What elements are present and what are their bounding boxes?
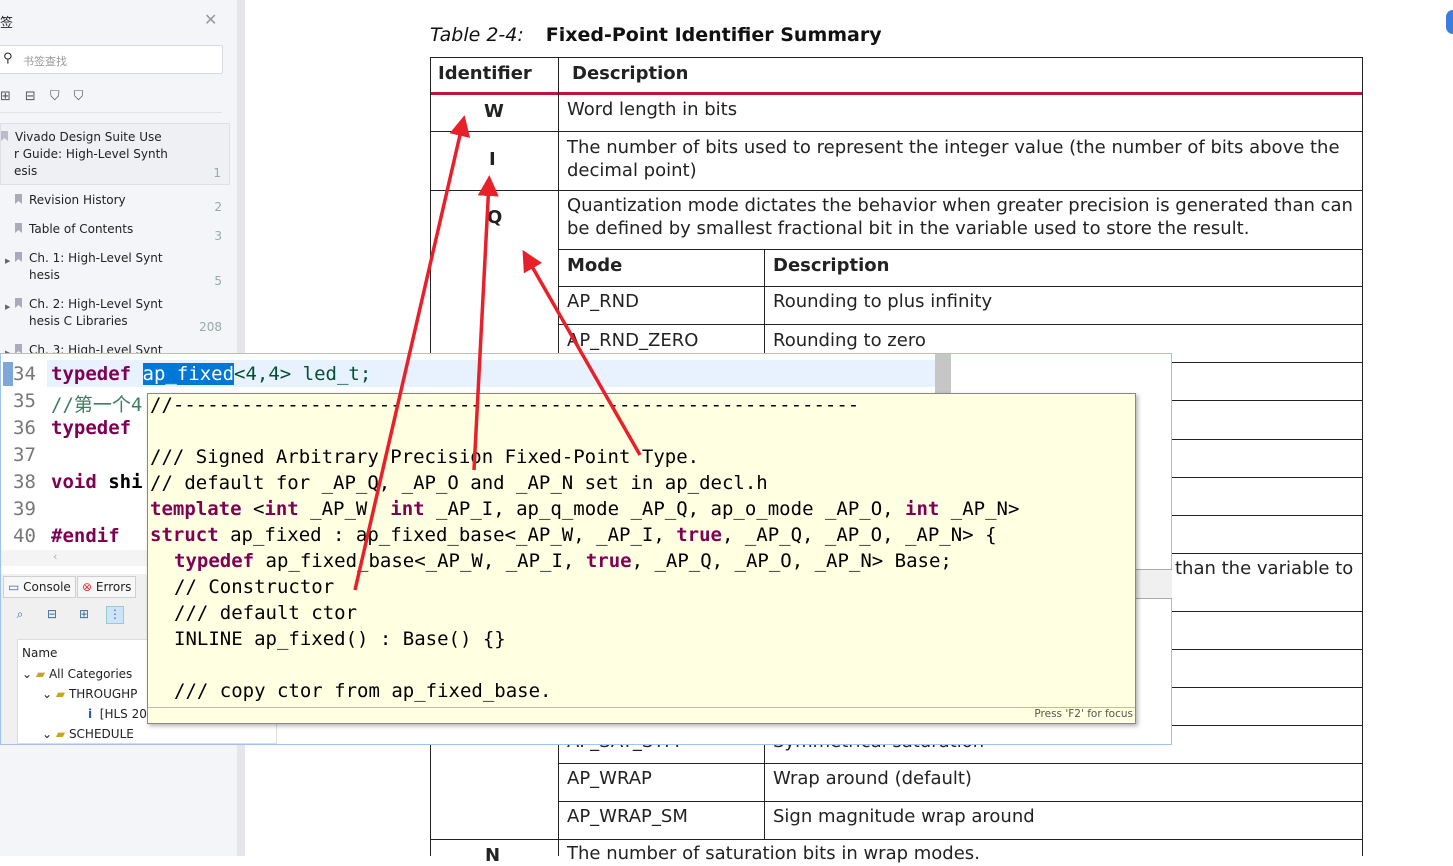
tree-item[interactable]: ⌄ ▰ SCHEDULE	[42, 727, 134, 741]
tooltip-footer: Press 'F2' for focus	[148, 707, 1135, 723]
scroll-indicator[interactable]	[1446, 10, 1453, 34]
bookmark-icon	[15, 298, 22, 308]
expand-all-icon[interactable]: ⊞	[75, 606, 93, 624]
search-icon[interactable]: ⌕	[11, 606, 29, 624]
bookmark-item[interactable]: ▶ Ch. 2: High-Level Synt hesis C Libraries…	[0, 296, 230, 338]
search-icon: ⚲	[3, 51, 13, 66]
expand-all-icon[interactable]: ⊞	[0, 89, 11, 104]
bookmark-search-input[interactable]: ⚲ 书签查找	[0, 45, 223, 74]
bookmark-icon	[15, 223, 22, 233]
scrollbar-thumb[interactable]	[935, 354, 951, 394]
selected-text[interactable]: ap_fixed	[142, 363, 235, 385]
header-rule	[430, 92, 1363, 95]
divider	[0, 112, 222, 113]
code-line: typedef ap_fixed_base<_AP_W, _AP_I, true…	[174, 550, 952, 572]
tree-item[interactable]: ⌄ ▰ All Categories	[22, 667, 132, 681]
table-caption: Table 2-4: Fixed-Point Identifier Summary	[430, 24, 882, 46]
console-icon: ▭	[8, 580, 20, 594]
code-line: void shi	[51, 471, 143, 493]
bookmark-item[interactable]: Table of Contents 3	[0, 221, 230, 247]
bookmark-icon	[1, 131, 8, 141]
folder-icon: ▰	[55, 727, 66, 741]
bookmark-item[interactable]: Revision History 2	[0, 192, 230, 218]
remove-bookmark-icon[interactable]: ⛉	[74, 89, 84, 104]
error-icon: ⊗	[82, 580, 93, 594]
bookmark-item[interactable]: Vivado Design Suite Use r Guide: High-Le…	[0, 123, 230, 185]
hover-tooltip: //--------------------------------------…	[147, 393, 1136, 724]
horizontal-scrollbar[interactable]: ‹	[1, 550, 149, 566]
tree-item[interactable]: i [HLS 20	[88, 707, 147, 721]
bookmark-item[interactable]: ▶ Ch. 1: High-Level Synt hesis 5	[0, 250, 230, 292]
collapse-all-icon[interactable]: ⊟	[25, 89, 36, 104]
info-icon: i	[88, 707, 93, 721]
bookmark-icon	[15, 194, 22, 204]
collapse-all-icon[interactable]: ⊟	[43, 606, 61, 624]
tree-view-icon[interactable]: ⋮	[106, 606, 124, 624]
tab-console[interactable]: ▭ Console	[3, 576, 76, 598]
folder-icon: ▰	[35, 667, 46, 681]
code-line: template <int _AP_W, int _AP_I, ap_q_mod…	[150, 498, 1020, 520]
console-panel: ▭ Console ⊗ Errors ⌕ ⊟ ⊞ ⋮ Name ⌄ ▰ All …	[1, 574, 277, 744]
add-bookmark-icon[interactable]: ⛉	[50, 89, 60, 104]
code-line: struct ap_fixed : ap_fixed_base<_AP_W, _…	[150, 524, 997, 546]
tree-item[interactable]: ⌄ ▰ THROUGHP	[42, 687, 137, 701]
expand-arrow-icon[interactable]: ▶	[5, 253, 10, 270]
tab-errors[interactable]: ⊗ Errors	[77, 576, 137, 598]
folder-icon: ▰	[55, 687, 66, 701]
bookmark-icon	[15, 252, 22, 262]
panel-title: 签	[0, 16, 14, 31]
close-icon[interactable]: ✕	[204, 10, 217, 29]
expand-arrow-icon[interactable]: ▶	[5, 299, 10, 316]
code-line: typedef ap_fixed<4,4> led_t;	[51, 363, 372, 385]
line-marker	[3, 362, 13, 386]
